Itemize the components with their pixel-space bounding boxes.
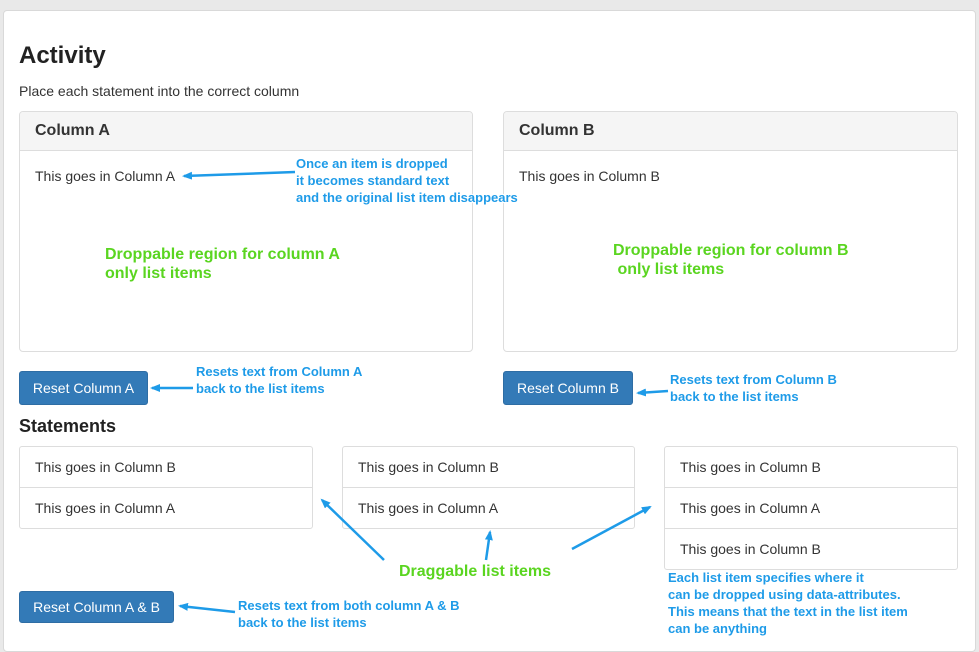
annotation-reset-a: Resets text from Column A back to the li… bbox=[196, 364, 363, 396]
list-item[interactable]: This goes in Column B bbox=[665, 447, 957, 488]
page-title: Activity bbox=[19, 42, 106, 69]
list-item[interactable]: This goes in Column A bbox=[665, 488, 957, 529]
list-item[interactable]: This goes in Column A bbox=[343, 488, 634, 528]
reset-column-b-button[interactable]: Reset Column B bbox=[503, 371, 633, 405]
annotation-reset-all: Resets text from both column A & B back … bbox=[238, 598, 460, 630]
annotation-dropped-note: Once an item is dropped it becomes stand… bbox=[296, 156, 518, 205]
activity-instructions: Place each statement into the correct co… bbox=[19, 83, 300, 99]
statement-list-2: This goes in Column B This goes in Colum… bbox=[342, 446, 635, 529]
reset-all-columns-button[interactable]: Reset Column A & B bbox=[19, 591, 174, 623]
column-a-dropped-item: This goes in Column A bbox=[35, 168, 176, 184]
annotation-region-b: Droppable region for column B only list … bbox=[613, 242, 849, 278]
column-b-drop-zone[interactable]: Column B This goes in Column B bbox=[503, 111, 958, 352]
annotation-reset-b: Resets text from Column B back to the li… bbox=[670, 372, 837, 404]
column-b-heading: Column B bbox=[504, 112, 957, 151]
annotation-draggable: Draggable list items bbox=[399, 563, 552, 580]
list-item[interactable]: This goes in Column B bbox=[665, 529, 957, 569]
reset-column-a-button[interactable]: Reset Column A bbox=[19, 371, 148, 405]
statement-list-1: This goes in Column B This goes in Colum… bbox=[19, 446, 313, 529]
statement-list-3: This goes in Column B This goes in Colum… bbox=[664, 446, 958, 570]
column-b-dropped-item: This goes in Column B bbox=[519, 168, 660, 184]
column-a-heading: Column A bbox=[20, 112, 472, 151]
list-item[interactable]: This goes in Column A bbox=[20, 488, 312, 528]
list-item[interactable]: This goes in Column B bbox=[343, 447, 634, 488]
list-item[interactable]: This goes in Column B bbox=[20, 447, 312, 488]
annotation-region-a: Droppable region for column A only list … bbox=[105, 246, 340, 282]
column-a-drop-zone[interactable]: Column A This goes in Column A bbox=[19, 111, 473, 352]
annotation-data-attributes: Each list item specifies where it can be… bbox=[668, 570, 908, 636]
statements-heading: Statements bbox=[19, 416, 117, 436]
